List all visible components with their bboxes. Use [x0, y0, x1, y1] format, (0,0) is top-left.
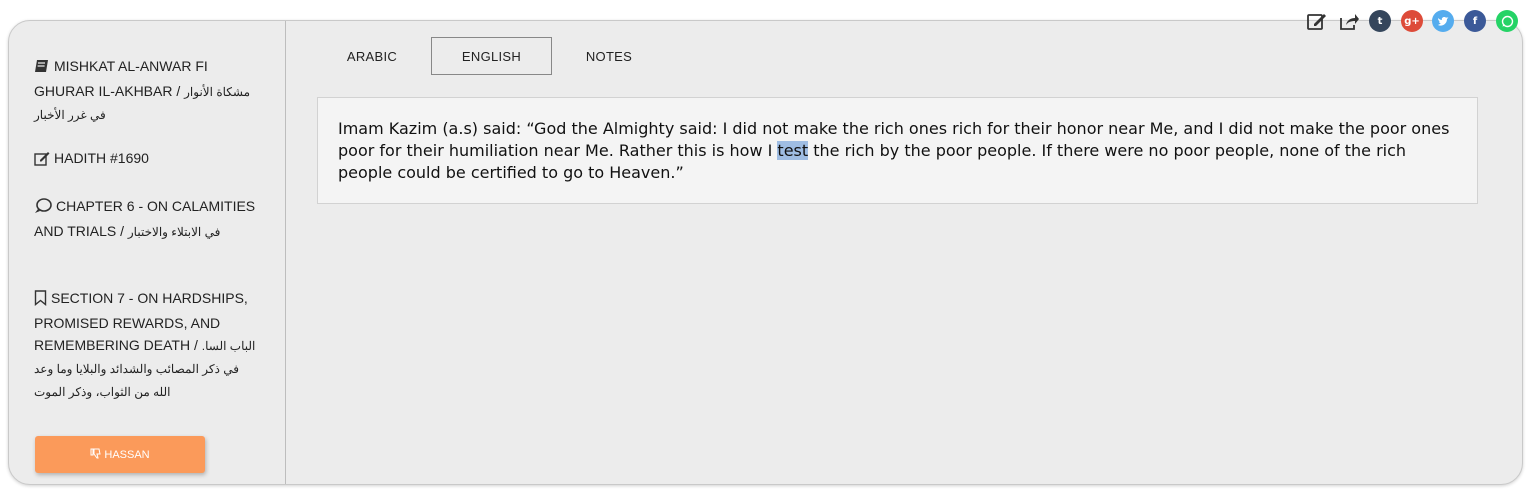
hadith-info: HADITH #1690	[34, 147, 259, 172]
hadith-card: MISHKAT AL-ANWAR FI GHURAR IL-AKHBAR / م…	[8, 20, 1523, 485]
share-toolbar: t g+ f	[1306, 10, 1521, 34]
sidebar: MISHKAT AL-ANWAR FI GHURAR IL-AKHBAR / م…	[9, 21, 286, 484]
tab-english[interactable]: ENGLISH	[431, 37, 552, 75]
whatsapp-icon[interactable]	[1496, 10, 1518, 32]
book-title[interactable]: MISHKAT AL-ANWAR FI GHURAR IL-AKHBAR /	[34, 58, 208, 99]
section-info: SECTION 7 - ON HARDSHIPS, PROMISED REWAR…	[34, 287, 259, 403]
selected-text: test	[777, 141, 809, 160]
chapter-title-arabic: في الابتلاء والاختبار	[127, 225, 221, 239]
tab-arabic[interactable]: ARABIC	[319, 37, 425, 75]
book-info: MISHKAT AL-ANWAR FI GHURAR IL-AKHBAR / م…	[34, 55, 259, 126]
chapter-info: CHAPTER 6 - ON CALAMITIES AND TRIALS / ف…	[34, 195, 259, 243]
edit-icon[interactable]	[1306, 10, 1328, 32]
thumbs-down-icon	[90, 448, 101, 462]
chapter-icon	[34, 198, 52, 220]
hadith-text-panel: Imam Kazim (a.s) said: “God the Almighty…	[317, 97, 1478, 204]
hadith-number[interactable]: HADITH #1690	[54, 150, 149, 166]
twitter-icon[interactable]	[1432, 10, 1454, 32]
bookmark-icon	[34, 290, 47, 312]
hadith-text: Imam Kazim (a.s) said: “God the Almighty…	[338, 119, 1449, 182]
tab-notes[interactable]: NOTES	[561, 37, 657, 75]
facebook-icon[interactable]: f	[1464, 10, 1486, 32]
tumblr-icon[interactable]: t	[1369, 10, 1391, 32]
google-plus-icon[interactable]: g+	[1401, 10, 1423, 32]
narrator-grading-button[interactable]: HASSAN	[35, 436, 205, 473]
share-icon[interactable]	[1338, 10, 1360, 32]
book-icon	[34, 58, 50, 80]
edit-icon	[34, 150, 50, 172]
narrator-grading-label: HASSAN	[104, 448, 150, 461]
